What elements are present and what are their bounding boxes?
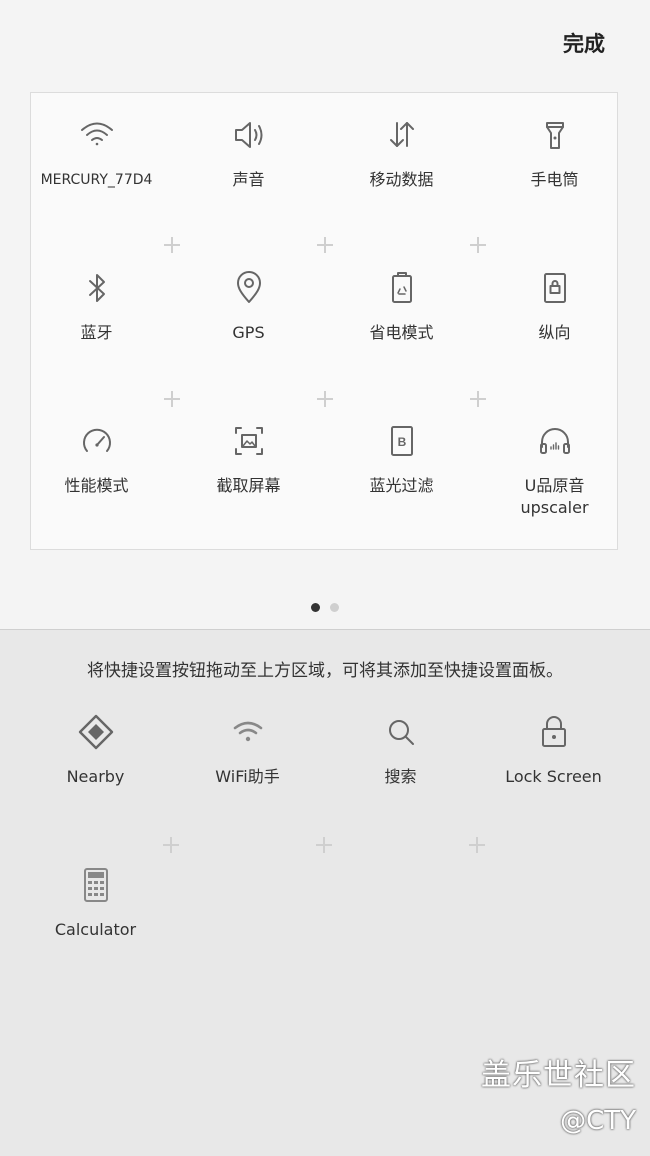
mobile-data-icon [380, 113, 424, 157]
battery-saver-icon [380, 266, 424, 310]
wifi-icon [75, 113, 119, 157]
screenshot-icon [227, 419, 271, 463]
done-button[interactable]: 完成 [563, 28, 605, 58]
tile-label: WiFi助手 [215, 767, 280, 786]
tile-label: 搜索 [384, 767, 417, 786]
location-pin-icon [227, 266, 271, 310]
tile-bluetooth[interactable]: 蓝牙 [20, 266, 173, 396]
tile-gps[interactable]: GPS [172, 266, 325, 396]
lock-icon [532, 710, 576, 754]
search-icon [379, 710, 423, 754]
tile-label: 蓝光过滤 [369, 476, 434, 495]
speedometer-icon [75, 419, 119, 463]
wifi-assistant-icon [226, 710, 270, 754]
tile-power-saving[interactable]: 省电模式 [325, 266, 478, 396]
tile-upscaler[interactable]: U品原音 upscaler [478, 419, 631, 549]
tile-mobile-data[interactable]: 移动数据 [325, 113, 478, 243]
grid-plus-marker [163, 837, 179, 853]
tile-sound[interactable]: 声音 [172, 113, 325, 243]
headphones-icon [533, 419, 577, 463]
nearby-icon [74, 710, 118, 754]
page-dot-inactive[interactable] [330, 603, 339, 612]
tile-label: 纵向 [538, 323, 571, 342]
page-indicator [0, 597, 650, 612]
tile-label: 蓝牙 [80, 323, 113, 342]
tile-blue-light-filter[interactable]: B 蓝光过滤 [325, 419, 478, 549]
speaker-icon [227, 113, 271, 157]
tile-label: Calculator [54, 920, 137, 939]
tile-performance-mode[interactable]: 性能模式 [20, 419, 173, 549]
portrait-lock-icon [533, 266, 577, 310]
available-tiles-area: 将快捷设置按钮拖动至上方区域，可将其添加至快捷设置面板。 Nearby WiFi… [0, 629, 650, 1156]
tile-label: U品原音 upscaler [520, 476, 589, 517]
tile-nearby[interactable]: Nearby [19, 710, 172, 840]
tile-label: 截取屏幕 [216, 476, 281, 495]
grid-plus-marker [164, 391, 180, 407]
tile-wifi[interactable]: MERCURY_77D4 [20, 113, 173, 243]
tile-label: 移动数据 [369, 170, 434, 189]
calculator-icon [74, 863, 118, 907]
grid-plus-marker [470, 237, 486, 253]
tile-label: 省电模式 [369, 323, 434, 342]
tile-wifi-assistant[interactable]: WiFi助手 [171, 710, 324, 840]
tile-label: 声音 [232, 170, 265, 189]
tile-label: MERCURY_77D4 [40, 172, 153, 188]
watermark-author: @CTY [560, 1106, 636, 1136]
grid-plus-marker [164, 237, 180, 253]
svg-text:B: B [397, 435, 406, 449]
page-dot-active[interactable] [311, 603, 320, 612]
watermark-title: 盖乐世社区 [481, 1058, 636, 1093]
grid-plus-marker [316, 837, 332, 853]
active-tiles-area: 完成 MERCURY_77D4 声音 移动数据 手电筒 蓝牙 GPS 省电模式 … [0, 0, 650, 629]
tile-label: Lock Screen [505, 767, 602, 786]
tile-lock-screen[interactable]: Lock Screen [477, 710, 630, 840]
blue-light-filter-icon: B [380, 419, 424, 463]
drag-instruction: 将快捷设置按钮拖动至上方区域，可将其添加至快捷设置面板。 [87, 661, 563, 681]
flashlight-icon [533, 113, 577, 157]
tile-label: Nearby [66, 767, 125, 786]
tile-label: 性能模式 [64, 476, 129, 495]
grid-plus-marker [317, 237, 333, 253]
tile-search[interactable]: 搜索 [324, 710, 477, 840]
tile-flashlight[interactable]: 手电筒 [478, 113, 631, 243]
tile-screenshot[interactable]: 截取屏幕 [172, 419, 325, 549]
bluetooth-icon [75, 266, 119, 310]
tile-label: 手电筒 [530, 170, 579, 189]
tile-calculator[interactable]: Calculator [19, 863, 172, 993]
grid-plus-marker [469, 837, 485, 853]
tile-label: GPS [232, 323, 265, 342]
quick-settings-grid: MERCURY_77D4 声音 移动数据 手电筒 蓝牙 GPS 省电模式 纵向 … [30, 92, 618, 550]
grid-plus-marker [470, 391, 486, 407]
grid-plus-marker [317, 391, 333, 407]
tile-portrait[interactable]: 纵向 [478, 266, 631, 396]
